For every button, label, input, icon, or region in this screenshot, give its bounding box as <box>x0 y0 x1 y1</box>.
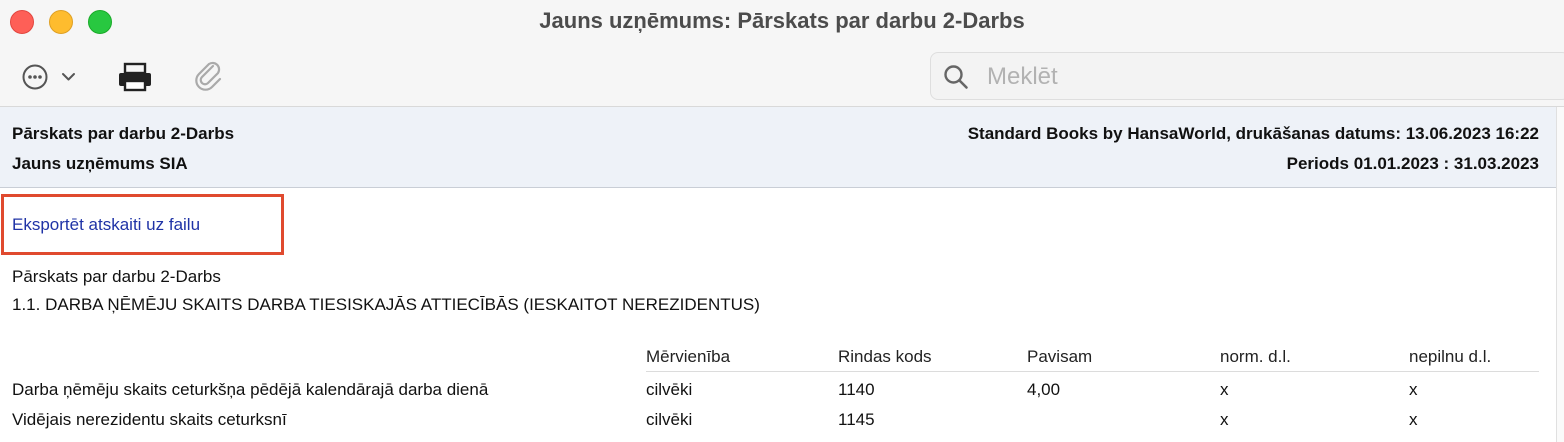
ellipsis-circle-icon <box>22 64 75 90</box>
printer-icon <box>119 62 151 92</box>
window-toolbar: Jauns uzņēmums: Pārskats par darbu 2-Dar… <box>0 0 1564 107</box>
print-button[interactable] <box>117 62 153 92</box>
table-row-description: Vidējais nerezidentu skaits ceturksnī <box>12 410 287 429</box>
report-title: Pārskats par darbu 2-Darbs <box>12 124 235 143</box>
window-title: Jauns uzņēmums: Pārskats par darbu 2-Dar… <box>539 8 1025 33</box>
table-cell-total: 4,00 <box>1027 380 1061 399</box>
report-window: Jauns uzņēmums: Pārskats par darbu 2-Dar… <box>0 0 1564 442</box>
column-header-unit: Mērvienība <box>646 347 731 366</box>
report-body-title: Pārskats par darbu 2-Darbs <box>12 267 221 286</box>
table-row-description: Darba ņēmēju skaits ceturkšņa pēdējā kal… <box>12 380 489 399</box>
table-cell-unit: cilvēki <box>646 410 693 429</box>
column-header-total: Pavisam <box>1027 347 1093 366</box>
column-header-part-time: nepilnu d.l. <box>1409 347 1492 366</box>
search-field[interactable] <box>930 52 1564 100</box>
report-period: Periods 01.01.2023 : 31.03.2023 <box>1286 154 1539 173</box>
column-header-full-time: norm. d.l. <box>1220 347 1291 366</box>
table-cell-unit: cilvēki <box>646 380 693 399</box>
table-header-divider <box>646 371 1539 372</box>
company-name: Jauns uzņēmums SIA <box>12 154 188 173</box>
search-icon <box>944 65 968 89</box>
table-cell-part-time: x <box>1409 380 1418 399</box>
section-heading: 1.1. DARBA ŅĒMĒJU SKAITS DARBA TIESISKAJ… <box>12 295 760 314</box>
attach-button[interactable] <box>193 60 225 92</box>
paperclip-icon <box>195 61 222 91</box>
more-actions-button[interactable] <box>22 64 84 90</box>
table-cell-row-code: 1145 <box>838 410 875 429</box>
vertical-scrollbar[interactable] <box>1556 107 1564 442</box>
report-header: Pārskats par darbu 2-Darbs Jauns uzņēmum… <box>0 107 1564 188</box>
table-cell-part-time: x <box>1409 410 1418 429</box>
table-cell-full-time: x <box>1220 380 1229 399</box>
export-to-file-link[interactable]: Eksportēt atskaiti uz failu <box>12 215 200 235</box>
column-header-row-code: Rindas kods <box>838 347 932 366</box>
table-cell-full-time: x <box>1220 410 1229 429</box>
table-cell-row-code: 1140 <box>838 380 875 399</box>
search-input[interactable] <box>985 61 1549 93</box>
print-date: Standard Books by HansaWorld, drukāšanas… <box>967 124 1539 143</box>
